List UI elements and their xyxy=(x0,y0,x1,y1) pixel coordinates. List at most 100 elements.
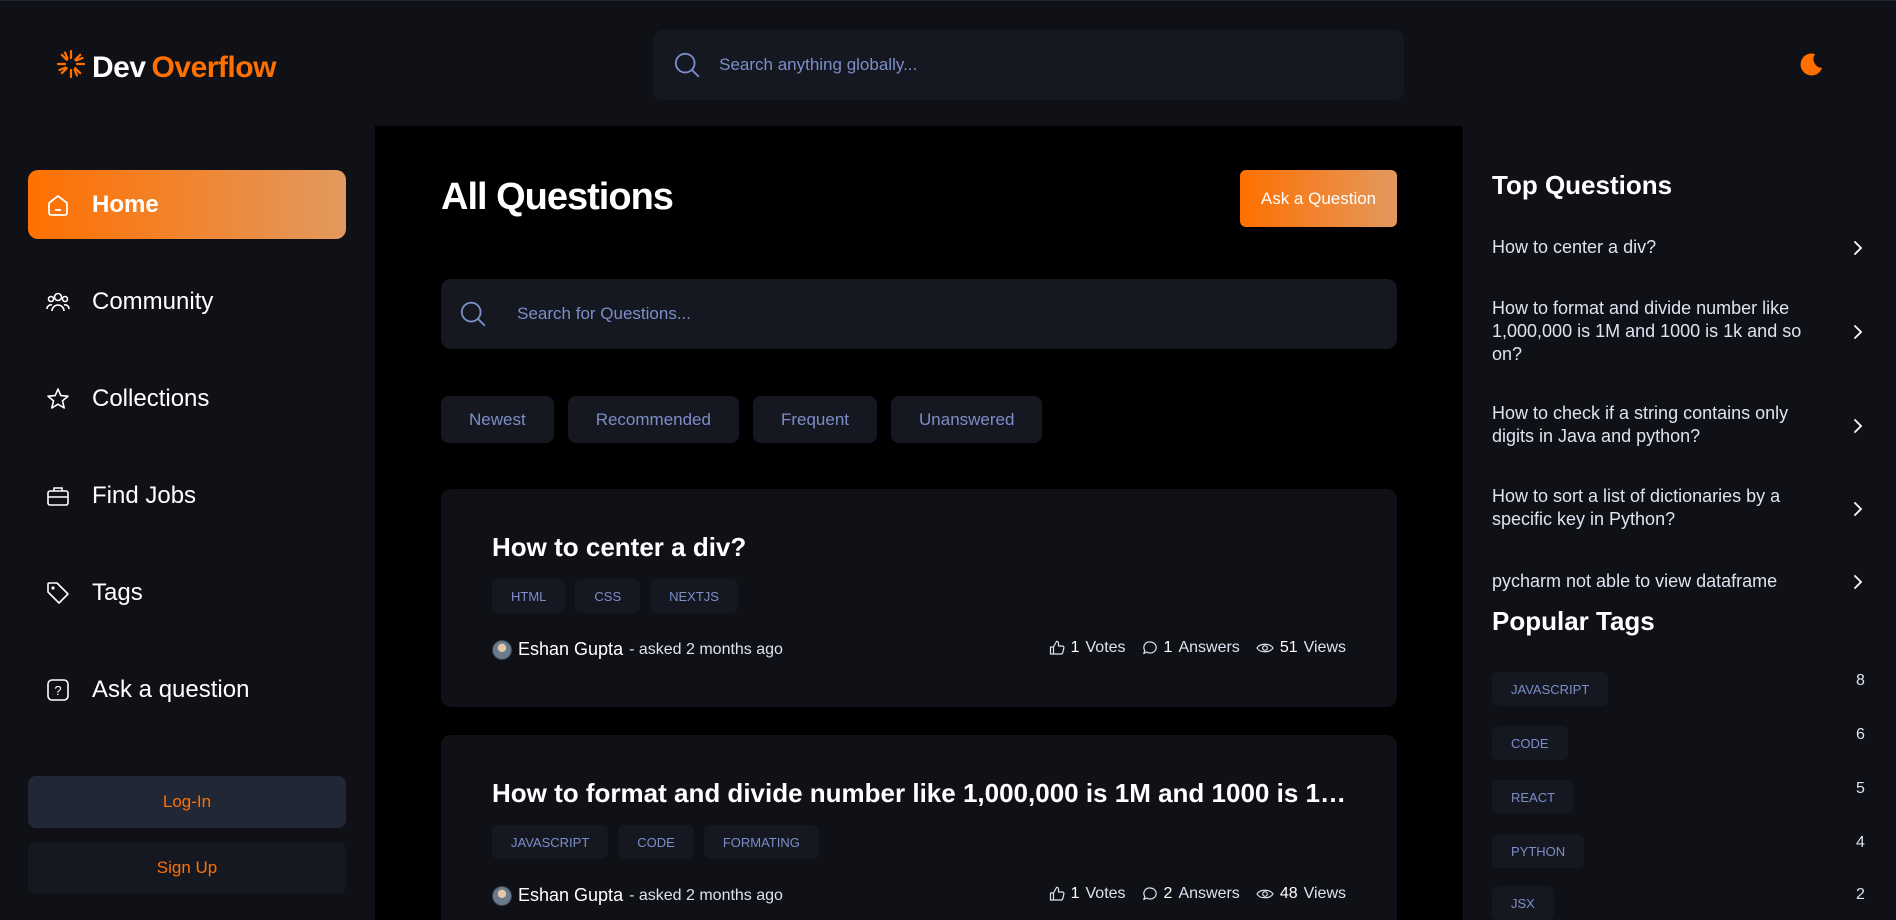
question-tag[interactable]: NEXTJS xyxy=(650,579,738,613)
question-meta: Eshan Gupta - asked 2 months ago xyxy=(492,639,783,660)
question-card[interactable]: How to center a div? HTML CSS NEXTJS Esh… xyxy=(441,489,1397,707)
chevron-right-icon[interactable] xyxy=(1852,322,1864,342)
views-label: Views xyxy=(1303,639,1346,656)
top-question-item[interactable]: How to sort a list of dictionaries by a … xyxy=(1492,485,1822,531)
votes-label: Votes xyxy=(1085,639,1126,656)
home-icon xyxy=(44,191,72,219)
answers-stat: 1 Answers xyxy=(1142,639,1240,657)
question-meta: Eshan Gupta - asked 2 months ago xyxy=(492,885,783,906)
question-tags: JAVASCRIPT CODE FORMATING xyxy=(492,825,819,859)
message-icon xyxy=(1142,887,1157,901)
views-count: 51 xyxy=(1279,639,1298,656)
question-search-input[interactable] xyxy=(517,304,1397,324)
filter-tabs: Newest Recommended Frequent Unanswered xyxy=(441,396,1043,443)
logo-word-dev: Dev xyxy=(92,51,146,84)
left-sidebar: Home Community Collections Find Jobs Tag… xyxy=(0,126,375,920)
popular-tag-count: 6 xyxy=(1856,726,1865,743)
answers-label: Answers xyxy=(1178,639,1240,656)
avatar[interactable] xyxy=(492,885,512,906)
sidebar-item-label: Find Jobs xyxy=(92,481,197,509)
tag-icon xyxy=(44,579,72,607)
votes-label: Votes xyxy=(1085,885,1126,902)
popular-tag[interactable]: PYTHON xyxy=(1492,834,1585,868)
popular-tag[interactable]: JAVASCRIPT xyxy=(1492,672,1609,706)
answers-stat: 2 Answers xyxy=(1142,885,1240,903)
search-icon xyxy=(460,301,486,327)
star-icon xyxy=(44,385,72,413)
question-title[interactable]: How to format and divide number like 1,0… xyxy=(492,778,1352,809)
question-tag[interactable]: JAVASCRIPT xyxy=(492,825,609,859)
top-question-item[interactable]: How to center a div? xyxy=(1492,236,1822,259)
popular-tag-count: 2 xyxy=(1856,886,1865,903)
views-count: 48 xyxy=(1279,885,1298,902)
top-question-item[interactable]: pycharm not able to view dataframe xyxy=(1492,570,1822,593)
question-title[interactable]: How to center a div? xyxy=(492,532,1352,563)
chevron-right-icon[interactable] xyxy=(1852,238,1864,258)
thumbs-up-icon xyxy=(1049,886,1065,901)
views-stat: 48 Views xyxy=(1256,885,1346,903)
question-stats: 1 Votes 2 Answers 48 Views xyxy=(1049,885,1346,903)
question-tag[interactable]: CSS xyxy=(575,579,641,613)
votes-stat: 1 Votes xyxy=(1049,885,1126,903)
sidebar-item-community[interactable]: Community xyxy=(28,267,346,336)
main-content: All Questions Ask a Question Newest Reco… xyxy=(375,126,1463,920)
logo[interactable]: Dev Overflow xyxy=(56,49,276,87)
filter-frequent[interactable]: Frequent xyxy=(752,396,878,443)
votes-stat: 1 Votes xyxy=(1049,639,1126,657)
users-icon xyxy=(44,288,72,316)
login-button[interactable]: Log-In xyxy=(28,776,346,828)
question-tag[interactable]: FORMATING xyxy=(703,825,819,859)
sidebar-item-home[interactable]: Home xyxy=(28,170,346,239)
popular-tag[interactable]: REACT xyxy=(1492,780,1575,814)
sidebar-item-ask-question[interactable]: ? Ask a question xyxy=(28,655,346,724)
eye-icon xyxy=(1256,643,1274,653)
search-icon xyxy=(674,52,700,78)
sidebar-item-label: Community xyxy=(92,287,214,315)
sidebar-item-find-jobs[interactable]: Find Jobs xyxy=(28,461,346,530)
sidebar-item-tags[interactable]: Tags xyxy=(28,558,346,627)
author-name[interactable]: Eshan Gupta xyxy=(518,885,623,906)
popular-tag-count: 8 xyxy=(1856,672,1865,689)
sidebar-item-label: Collections xyxy=(92,384,210,412)
chevron-right-icon[interactable] xyxy=(1852,416,1864,436)
global-search-bar[interactable] xyxy=(653,30,1404,100)
signup-button[interactable]: Sign Up xyxy=(28,842,346,894)
question-tag[interactable]: HTML xyxy=(492,579,566,613)
answers-count: 1 xyxy=(1163,639,1173,656)
sidebar-item-label: Ask a question xyxy=(92,675,250,703)
chevron-right-icon[interactable] xyxy=(1852,572,1864,592)
ask-question-button[interactable]: Ask a Question xyxy=(1240,170,1397,227)
top-questions-title: Top Questions xyxy=(1492,170,1673,200)
chevron-right-icon[interactable] xyxy=(1852,499,1864,519)
suitcase-icon xyxy=(44,482,72,510)
votes-count: 1 xyxy=(1070,885,1080,902)
asked-time: - asked 2 months ago xyxy=(629,640,783,658)
top-question-item[interactable]: How to format and divide number like 1,0… xyxy=(1492,297,1822,366)
filter-unanswered[interactable]: Unanswered xyxy=(891,396,1043,443)
filter-newest[interactable]: Newest xyxy=(441,396,554,443)
sidebar-item-collections[interactable]: Collections xyxy=(28,364,346,433)
question-search-bar[interactable] xyxy=(441,279,1397,349)
popular-tag[interactable]: CODE xyxy=(1492,726,1568,760)
theme-toggle-moon-icon[interactable] xyxy=(1798,52,1824,83)
svg-text:?: ? xyxy=(54,683,61,698)
eye-icon xyxy=(1256,889,1274,899)
page-title: All Questions xyxy=(441,176,674,218)
top-question-item[interactable]: How to check if a string contains only d… xyxy=(1492,402,1822,448)
votes-count: 1 xyxy=(1070,639,1080,656)
question-card[interactable]: How to format and divide number like 1,0… xyxy=(441,735,1397,920)
filter-recommended[interactable]: Recommended xyxy=(567,396,739,443)
answers-count: 2 xyxy=(1163,885,1173,902)
question-tag[interactable]: CODE xyxy=(618,825,694,859)
top-bar: Dev Overflow xyxy=(0,0,1896,126)
popular-tag[interactable]: JSX xyxy=(1492,886,1554,920)
asked-time: - asked 2 months ago xyxy=(629,886,783,904)
logo-word-overflow: Overflow xyxy=(151,51,277,84)
sidebar-item-label: Tags xyxy=(92,578,143,606)
question-stats: 1 Votes 1 Answers 51 Views xyxy=(1049,639,1346,657)
avatar[interactable] xyxy=(492,639,512,660)
message-icon xyxy=(1142,641,1157,655)
answers-label: Answers xyxy=(1178,885,1240,902)
global-search-input[interactable] xyxy=(719,55,1404,75)
author-name[interactable]: Eshan Gupta xyxy=(518,639,623,660)
